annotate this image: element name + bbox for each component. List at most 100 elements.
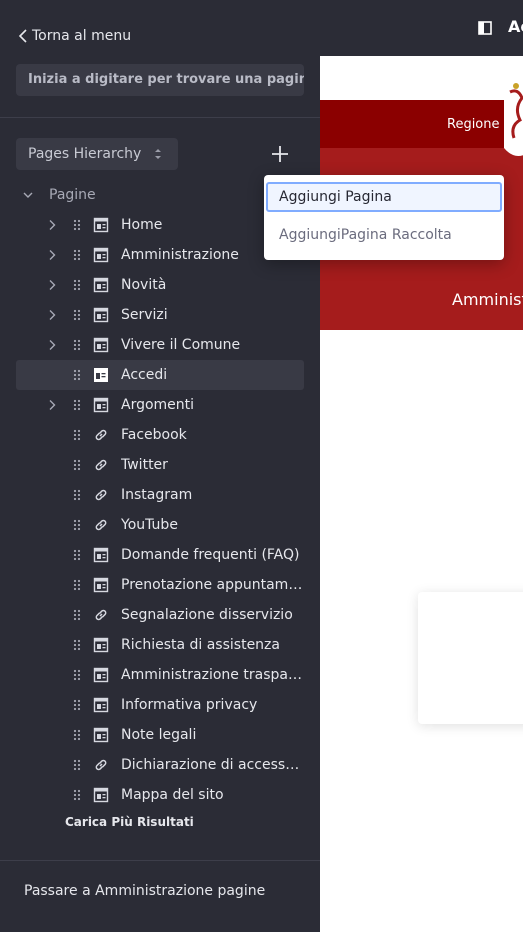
select-arrows-icon [155, 149, 161, 159]
page-icon [93, 217, 109, 233]
tree-item-label: Amministrazione trasparente [121, 667, 303, 683]
tree-item-label: YouTube [121, 517, 178, 533]
page-icon [93, 727, 109, 743]
drag-handle-icon[interactable] [73, 399, 81, 411]
tree-item[interactable]: Dichiarazione di accessibilità [16, 750, 304, 780]
drag-handle-icon[interactable] [73, 489, 81, 501]
page-search-input[interactable]: Inizia a digitare per trovare una pagina… [16, 64, 304, 96]
chevron-down-icon [23, 192, 33, 198]
chevron-right-icon[interactable] [48, 279, 56, 291]
tree-item-label: Note legali [121, 727, 197, 743]
drag-handle-icon[interactable] [73, 219, 81, 231]
drag-handle-icon[interactable] [73, 369, 81, 381]
tree-item[interactable]: Amministrazione [16, 240, 304, 270]
drag-handle-icon[interactable] [73, 279, 81, 291]
tree-item-label: Informativa privacy [121, 697, 258, 713]
divider [0, 860, 320, 861]
tree-item-label: Novità [121, 277, 167, 293]
drag-handle-icon[interactable] [73, 519, 81, 531]
drag-handle-icon[interactable] [73, 459, 81, 471]
sidebar-toggle-icon[interactable] [478, 21, 492, 35]
drag-handle-icon[interactable] [73, 669, 81, 681]
chevron-right-icon[interactable] [48, 309, 56, 321]
hierarchy-select[interactable]: Pages Hierarchy [16, 138, 178, 170]
page-icon [93, 577, 109, 593]
back-to-menu-link[interactable]: Torna al menu [18, 28, 131, 44]
drag-handle-icon[interactable] [73, 759, 81, 771]
tree-item[interactable]: Vivere il Comune [16, 330, 304, 360]
drag-handle-icon[interactable] [73, 429, 81, 441]
tree-item[interactable]: Facebook [16, 420, 304, 450]
drag-handle-icon[interactable] [73, 789, 81, 801]
tree-item[interactable]: Instagram [16, 480, 304, 510]
add-collection-page-option[interactable]: AggiungiPagina Raccolta [266, 220, 502, 250]
tree-item[interactable]: Home [16, 210, 304, 240]
drag-handle-icon[interactable] [73, 609, 81, 621]
link-icon [93, 487, 109, 503]
drag-handle-icon[interactable] [73, 579, 81, 591]
chevron-left-icon [18, 29, 27, 43]
tree-item[interactable]: Servizi [16, 300, 304, 330]
tree-item[interactable]: Novità [16, 270, 304, 300]
page-tree: Home Amministrazione Novità Servizi Vivere i… [16, 210, 304, 810]
page-icon [93, 277, 109, 293]
tree-item-label: Servizi [121, 307, 168, 323]
drag-handle-icon[interactable] [73, 309, 81, 321]
tree-item[interactable]: Richiesta di assistenza [16, 630, 304, 660]
drag-handle-icon[interactable] [73, 729, 81, 741]
crest-logo [504, 78, 523, 156]
tree-item[interactable]: Domande frequenti (FAQ) [16, 540, 304, 570]
page-icon [93, 367, 109, 383]
tree-item-label: Dichiarazione di accessibilità [121, 757, 303, 773]
tree-item-label: Mappa del sito [121, 787, 224, 803]
tree-root-label: Pagine [49, 187, 96, 203]
go-to-pages-admin-link[interactable]: Passare a Amministrazione pagine [24, 883, 265, 899]
load-more-button[interactable]: Carica Più Risultati [65, 815, 194, 829]
page-icon [93, 637, 109, 653]
drag-handle-icon[interactable] [73, 339, 81, 351]
page-tree-sidebar: Torna al menu Inizia a digitare per trov… [0, 0, 320, 932]
chevron-right-icon[interactable] [48, 399, 56, 411]
page-icon [93, 667, 109, 683]
top-bar: Ac [320, 0, 523, 56]
tree-item-label: Prenotazione appuntamento [121, 577, 303, 593]
tree-item-label: Twitter [121, 457, 168, 473]
tree-item[interactable]: Prenotazione appuntamento [16, 570, 304, 600]
tree-item[interactable]: Segnalazione disservizio [16, 600, 304, 630]
tree-item-label: Vivere il Comune [121, 337, 241, 353]
tree-item-label: Accedi [121, 367, 168, 383]
drag-handle-icon[interactable] [73, 549, 81, 561]
link-icon [93, 427, 109, 443]
region-band: Regione Marc [320, 100, 523, 148]
page-icon [93, 397, 109, 413]
tree-item-label: Instagram [121, 487, 193, 503]
tree-item-label: Argomenti [121, 397, 195, 413]
tree-item[interactable]: Argomenti [16, 390, 304, 420]
drag-handle-icon[interactable] [73, 249, 81, 261]
tree-item[interactable]: Note legali [16, 720, 304, 750]
tree-item[interactable]: Informativa privacy [16, 690, 304, 720]
divider [0, 117, 320, 118]
add-page-dropdown: Aggiungi Pagina AggiungiPagina Raccolta [264, 175, 504, 260]
chevron-right-icon[interactable] [48, 339, 56, 351]
back-to-menu-label: Torna al menu [32, 28, 132, 44]
link-icon [93, 457, 109, 473]
page-icon [93, 547, 109, 563]
page-icon [93, 307, 109, 323]
tree-item[interactable]: YouTube [16, 510, 304, 540]
chevron-right-icon[interactable] [48, 219, 56, 231]
link-icon [93, 607, 109, 623]
drag-handle-icon[interactable] [73, 639, 81, 651]
add-page-option[interactable]: Aggiungi Pagina [266, 182, 502, 212]
tree-item-label: Domande frequenti (FAQ) [121, 547, 300, 563]
tree-item[interactable]: Mappa del sito [16, 780, 304, 810]
drag-handle-icon[interactable] [73, 699, 81, 711]
tree-item[interactable]: Accedi [16, 360, 304, 390]
tree-item[interactable]: Twitter [16, 450, 304, 480]
tree-item[interactable]: Amministrazione trasparente [16, 660, 304, 690]
page-icon [93, 697, 109, 713]
page-icon [93, 337, 109, 353]
tree-root-pagine[interactable]: Pagine [22, 184, 96, 206]
chevron-right-icon[interactable] [48, 249, 56, 261]
add-page-button[interactable] [268, 142, 292, 166]
